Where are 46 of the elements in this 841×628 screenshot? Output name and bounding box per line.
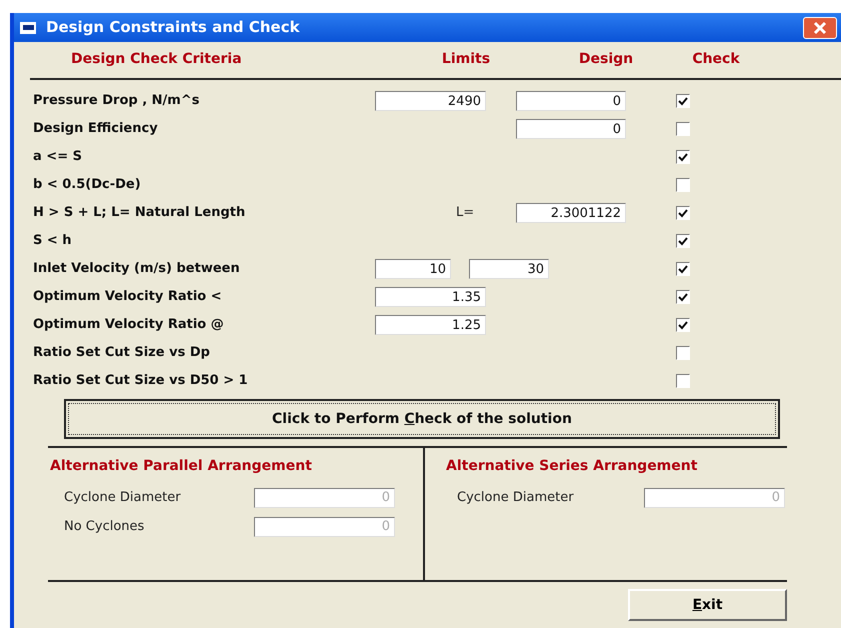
field-label: No Cyclones [63, 518, 146, 536]
input-field[interactable]: 0 [516, 119, 626, 139]
input-field[interactable]: 10 [375, 259, 451, 279]
length-label: L= [456, 204, 476, 222]
window-icon [20, 22, 36, 34]
criterion-label: Optimum Velocity Ratio < [32, 288, 223, 306]
input-field[interactable]: 30 [469, 259, 549, 279]
checkbox[interactable] [676, 290, 690, 304]
checkbox[interactable] [676, 206, 690, 220]
section-title: Alternative Series Arrangement [446, 457, 698, 476]
criterion-label: Pressure Drop , N/m^s [32, 92, 200, 110]
checkbox[interactable] [676, 318, 690, 332]
column-header: Design [578, 50, 634, 68]
column-header: Check [691, 50, 741, 68]
perform-check-button[interactable]: Click to Perform Check of the solution [68, 403, 776, 435]
section-title: Alternative Parallel Arrangement [50, 457, 313, 476]
input-field[interactable]: 2.3001122 [516, 203, 626, 223]
criterion-label: b < 0.5(Dc-De) [32, 176, 142, 194]
checkbox[interactable] [676, 234, 690, 248]
exit-button[interactable]: Exit [628, 589, 787, 621]
criterion-label: a <= S [32, 148, 83, 166]
criterion-label: Design Efficiency [32, 120, 159, 138]
checkbox[interactable] [676, 94, 690, 108]
criterion-label: Optimum Velocity Ratio @ [32, 316, 225, 334]
checkbox[interactable] [676, 122, 690, 136]
field-label: Cyclone Diameter [456, 488, 575, 507]
criterion-label: Ratio Set Cut Size vs Dp [32, 344, 211, 362]
criterion-label: Inlet Velocity (m/s) between [32, 260, 241, 278]
input-field[interactable]: 0 [516, 91, 626, 111]
close-icon [813, 20, 827, 34]
checkbox[interactable] [676, 150, 690, 164]
checkbox[interactable] [676, 346, 690, 360]
window-title: Design Constraints and Check [46, 17, 300, 38]
field-label: Cyclone Diameter [63, 488, 182, 507]
column-header: Design Check Criteria [70, 50, 243, 68]
checkbox[interactable] [676, 178, 690, 192]
input-field[interactable]: 1.35 [375, 287, 486, 307]
column-header: Limits [440, 50, 492, 68]
criterion-label: H > S + L; L= Natural Length [32, 204, 246, 222]
close-button[interactable] [803, 16, 837, 38]
checkbox[interactable] [676, 262, 690, 276]
input-field[interactable]: 2490 [375, 91, 486, 111]
criterion-label: Ratio Set Cut Size vs D50 > 1 [32, 372, 249, 390]
checkbox[interactable] [676, 374, 690, 388]
criterion-label: S < h [32, 232, 73, 250]
input-field[interactable]: 1.25 [375, 315, 486, 335]
